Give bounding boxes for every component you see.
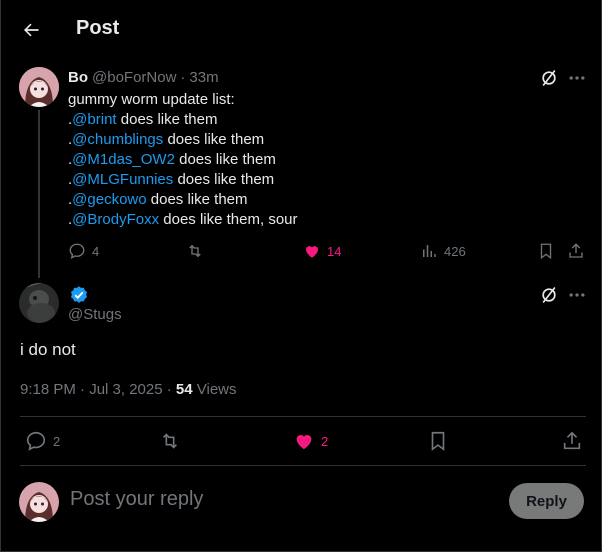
post-line: .@brint does like them — [68, 111, 218, 128]
grok-icon[interactable] — [539, 68, 559, 88]
post-line: .@geckowo does like them — [68, 191, 248, 208]
username[interactable]: @Stugs — [68, 306, 122, 323]
avatar[interactable] — [19, 67, 59, 107]
thread-connector-line — [38, 110, 40, 278]
mention-link[interactable]: @geckowo — [72, 191, 146, 208]
reply-count: 4 — [92, 243, 100, 259]
repost-action[interactable] — [186, 242, 210, 260]
more-options-icon[interactable] — [567, 68, 587, 88]
mention-link[interactable]: @BrodyFoxx — [72, 211, 159, 228]
back-arrow-icon[interactable] — [19, 18, 43, 42]
like-count: 2 — [321, 433, 329, 449]
page-title: Post — [76, 17, 120, 39]
reply-button[interactable]: Reply — [509, 483, 584, 519]
grok-icon[interactable] — [539, 285, 559, 305]
post-line: .@BrodyFoxx does like them, sour — [68, 211, 298, 228]
post-line: gummy worm update list: — [68, 91, 235, 108]
reply-icon — [25, 430, 47, 452]
reply-action[interactable]: 4 — [68, 242, 99, 260]
post-timestamp: 9:18 PM · Jul 3, 2025 · 54 Views — [20, 381, 237, 398]
separator-dot: · — [180, 69, 186, 86]
bookmark-icon[interactable] — [537, 242, 555, 260]
avatar — [19, 482, 59, 522]
repost-icon — [159, 430, 181, 452]
post-line: .@M1das_OW2 does like them — [68, 151, 276, 168]
verified-badge-icon — [69, 285, 89, 305]
views-count: 426 — [444, 243, 466, 259]
views-label: Views — [192, 381, 237, 398]
parent-post-meta: Bo @boForNow · 33m — [68, 69, 219, 86]
repost-action[interactable] — [159, 430, 187, 452]
more-options-icon[interactable] — [567, 285, 587, 305]
reply-action[interactable]: 2 — [25, 430, 60, 452]
like-action[interactable]: 14 — [303, 242, 341, 260]
views-chart-icon — [420, 242, 438, 260]
main-post-text: i do not — [20, 340, 76, 359]
reply-icon — [68, 242, 86, 260]
views-count: 54 — [175, 381, 193, 398]
post-line: .@MLGFunnies does like them — [68, 171, 275, 188]
bookmark-icon[interactable] — [427, 430, 449, 452]
divider — [20, 465, 586, 466]
parent-post-text: gummy worm update list: .@brint does lik… — [68, 90, 528, 230]
reply-input[interactable]: Post your reply — [70, 488, 490, 511]
display-name[interactable]: Bo — [68, 69, 88, 86]
reply-count: 2 — [53, 433, 61, 449]
post-time[interactable]: 33m — [189, 69, 218, 86]
post-time[interactable]: 9:18 PM · Jul 3, 2025 · — [20, 381, 176, 398]
divider — [20, 416, 586, 417]
mention-link[interactable]: @brint — [72, 111, 116, 128]
post-line: .@chumblings does like them — [68, 131, 265, 148]
share-icon[interactable] — [567, 242, 585, 260]
heart-filled-icon — [303, 242, 321, 260]
repost-icon — [186, 242, 204, 260]
mention-link[interactable]: @chumblings — [72, 131, 163, 148]
like-count: 14 — [327, 243, 342, 259]
heart-filled-icon — [293, 430, 315, 452]
post-page: Post Bo @boForNow · 33m gummy worm updat… — [0, 0, 602, 552]
avatar[interactable] — [19, 283, 59, 323]
username[interactable]: @boForNow — [92, 69, 176, 86]
like-action[interactable]: 2 — [293, 430, 328, 452]
share-icon[interactable] — [561, 430, 583, 452]
mention-link[interactable]: @MLGFunnies — [72, 171, 173, 188]
mention-link[interactable]: @M1das_OW2 — [72, 151, 175, 168]
views-action[interactable]: 426 — [420, 242, 466, 260]
